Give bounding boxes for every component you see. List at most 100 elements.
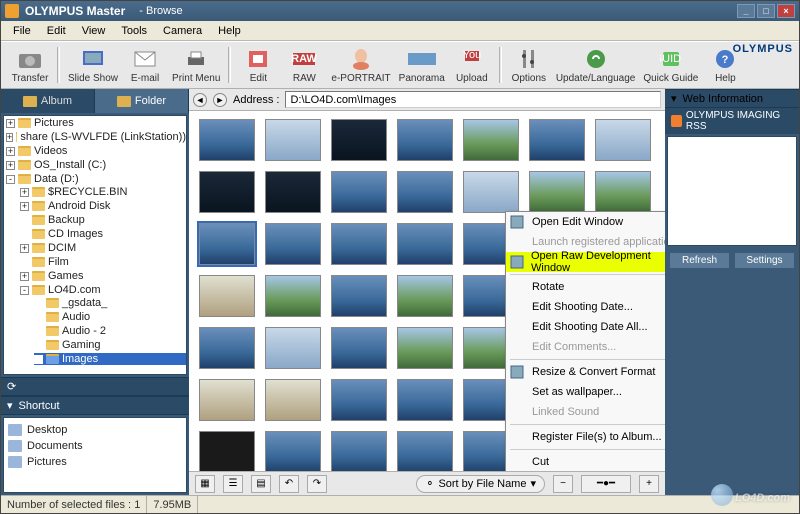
thumbnail[interactable]	[331, 275, 387, 317]
folder-tree[interactable]: +Pictures+share (LS-WVLFDE (LinkStation)…	[3, 115, 187, 375]
thumbnail[interactable]	[595, 119, 651, 161]
thumbnail[interactable]	[595, 171, 651, 213]
email-button[interactable]: E-mail	[122, 44, 168, 86]
thumbnail[interactable]	[265, 379, 321, 421]
thumbnail[interactable]	[331, 431, 387, 471]
sort-button[interactable]: ⚬Sort by File Name▾	[416, 475, 545, 493]
thumbnail[interactable]	[265, 223, 321, 265]
tree-node[interactable]: +Games	[20, 270, 186, 282]
tree-node[interactable]: -LO4D.com	[20, 284, 186, 296]
transfer-button[interactable]: Transfer	[7, 44, 53, 86]
tree-node[interactable]: +Android Disk	[20, 200, 186, 212]
tree-node[interactable]: +Videos	[6, 145, 186, 157]
webinfo-header[interactable]: ▾ Web Information	[665, 89, 799, 108]
tree-twisty[interactable]: +	[20, 244, 29, 253]
quickguide-button[interactable]: GUIDEQuick Guide	[639, 44, 702, 86]
view-detail-button[interactable]: ▤	[251, 475, 271, 493]
zoom-out-button[interactable]: −	[553, 475, 573, 493]
menu-view[interactable]: View	[74, 23, 114, 39]
thumbnail[interactable]	[397, 119, 453, 161]
menu-item[interactable]: Rotate▶	[506, 277, 665, 297]
menu-tools[interactable]: Tools	[113, 23, 155, 39]
thumbnail[interactable]	[397, 431, 453, 471]
zoom-slider[interactable]: ━●━	[581, 475, 631, 493]
thumbnail[interactable]	[265, 119, 321, 161]
tree-twisty[interactable]: -	[6, 175, 15, 184]
menu-item[interactable]: Edit Shooting Date All...	[506, 317, 665, 337]
tree-node[interactable]: _gsdata_	[34, 297, 186, 309]
thumbnail[interactable]	[265, 327, 321, 369]
tree-node[interactable]: CD Images	[20, 228, 186, 240]
print-button[interactable]: Print Menu	[168, 44, 224, 86]
tree-twisty[interactable]	[20, 258, 29, 267]
tree-twisty[interactable]: +	[6, 119, 15, 128]
thumbnail[interactable]	[199, 223, 255, 265]
tree-node[interactable]: +DCIM	[20, 242, 186, 254]
thumbnail[interactable]	[397, 327, 453, 369]
maximize-button[interactable]: □	[757, 4, 775, 18]
edit-button[interactable]: Edit	[235, 44, 281, 86]
tree-twisty[interactable]	[34, 299, 43, 308]
tree-node[interactable]: Audio - 2	[34, 325, 186, 337]
thumbnail[interactable]	[397, 171, 453, 213]
upload-button[interactable]: YouUpload	[449, 44, 495, 86]
tab-album[interactable]: Album	[1, 89, 95, 113]
thumbnail[interactable]	[331, 223, 387, 265]
thumbnail[interactable]	[331, 327, 387, 369]
tab-folder[interactable]: Folder	[95, 89, 189, 113]
menu-item[interactable]: Resize & Convert Format	[506, 362, 665, 382]
menu-item[interactable]: Register File(s) to Album...	[506, 427, 665, 447]
thumbnail[interactable]	[529, 119, 585, 161]
view-list-button[interactable]: ☰	[223, 475, 243, 493]
rotate-left-button[interactable]: ↶	[279, 475, 299, 493]
eportrait-button[interactable]: e-PORTRAIT	[327, 44, 394, 86]
raw-button[interactable]: RAWRAW	[281, 44, 327, 86]
tree-node[interactable]: Backup	[20, 214, 186, 226]
tree-twisty[interactable]: -	[20, 286, 29, 295]
settings-button[interactable]: Settings	[734, 252, 795, 269]
thumbnail[interactable]	[331, 171, 387, 213]
tree-twisty[interactable]	[34, 313, 43, 322]
thumbnail[interactable]	[199, 379, 255, 421]
thumbnail[interactable]	[463, 119, 519, 161]
menu-edit[interactable]: Edit	[39, 23, 74, 39]
thumbnail[interactable]	[199, 119, 255, 161]
menu-help[interactable]: Help	[210, 23, 249, 39]
nav-forward-button[interactable]: ►	[213, 93, 227, 107]
shortcut-header[interactable]: ▾ Shortcut	[1, 396, 189, 415]
tree-twisty[interactable]	[20, 216, 29, 225]
tree-node[interactable]: +OS_Install (C:)	[6, 159, 186, 171]
thumbnail[interactable]	[265, 171, 321, 213]
thumbnail[interactable]	[331, 119, 387, 161]
menu-item[interactable]: Open Raw Development Window	[506, 252, 665, 272]
close-button[interactable]: ×	[777, 4, 795, 18]
rotate-right-button[interactable]: ↷	[307, 475, 327, 493]
thumbnail[interactable]	[199, 275, 255, 317]
tree-twisty[interactable]: +	[20, 272, 29, 281]
nav-back-button[interactable]: ◄	[193, 93, 207, 107]
view-thumb-button[interactable]: ▦	[195, 475, 215, 493]
tree-twisty[interactable]: +	[6, 161, 15, 170]
thumbnail-area[interactable]: Open Edit WindowLaunch registered applic…	[189, 111, 665, 471]
tree-twisty[interactable]	[34, 355, 43, 364]
refresh-button[interactable]: Refresh	[669, 252, 730, 269]
tree-node[interactable]: Gaming	[34, 339, 186, 351]
thumbnail[interactable]	[199, 171, 255, 213]
tree-twisty[interactable]: +	[6, 147, 15, 156]
panorama-button[interactable]: Panorama	[395, 44, 449, 86]
thumbnail[interactable]	[199, 431, 255, 471]
shortcut-desktop[interactable]: Desktop	[8, 422, 182, 438]
thumbnail[interactable]	[397, 223, 453, 265]
thumbnail[interactable]	[529, 171, 585, 213]
minimize-button[interactable]: _	[737, 4, 755, 18]
address-input[interactable]	[285, 91, 661, 108]
tree-node[interactable]: Audio	[34, 311, 186, 323]
tree-node[interactable]: Film	[20, 256, 186, 268]
thumbnail[interactable]	[463, 171, 519, 213]
thumbnail[interactable]	[265, 431, 321, 471]
update-button[interactable]: Update/Language	[552, 44, 640, 86]
tree-twisty[interactable]	[20, 230, 29, 239]
tree-twisty[interactable]: +	[20, 202, 29, 211]
menu-item[interactable]: Open Edit Window	[506, 212, 665, 232]
tree-twisty[interactable]	[34, 341, 43, 350]
